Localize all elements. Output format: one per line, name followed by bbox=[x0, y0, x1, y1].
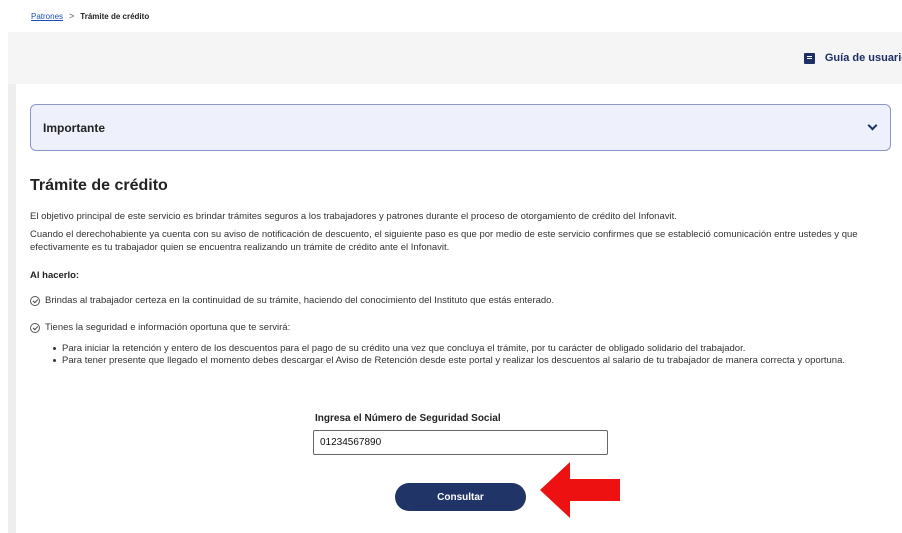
red-arrow-annotation bbox=[540, 462, 620, 518]
book-icon bbox=[803, 52, 815, 64]
breadcrumb-separator: > bbox=[69, 11, 75, 21]
main-card bbox=[16, 84, 902, 533]
check-item-certeza: Brindas al trabajador certeza en la cont… bbox=[30, 295, 554, 306]
bullet-list: Para iniciar la retención y entero de lo… bbox=[53, 343, 877, 367]
accordion-title: Importante bbox=[43, 120, 106, 135]
accordion-importante[interactable]: Importante bbox=[30, 104, 891, 151]
nss-label: Ingresa el Número de Seguridad Social bbox=[315, 413, 501, 424]
user-guide-label: Guía de usuario bbox=[824, 52, 902, 64]
nss-input[interactable] bbox=[313, 430, 608, 455]
list-item: Para tener presente que llegado el momen… bbox=[53, 355, 877, 367]
breadcrumb-current: Trámite de crédito bbox=[80, 11, 150, 21]
check-item-text: Tienes la seguridad e información oportu… bbox=[45, 322, 291, 333]
top-bar bbox=[8, 32, 902, 84]
check-item-seguridad: Tienes la seguridad e información oportu… bbox=[30, 322, 290, 333]
breadcrumb: Patrones > Trámite de crédito bbox=[31, 11, 149, 21]
page-title: Trámite de crédito bbox=[30, 177, 168, 194]
check-circle-icon bbox=[30, 322, 40, 333]
subheading: Al hacerlo: bbox=[30, 270, 80, 281]
breadcrumb-link-patrones[interactable]: Patrones bbox=[31, 12, 63, 21]
check-item-text: Brindas al trabajador certeza en la cont… bbox=[45, 295, 555, 306]
list-item: Para iniciar la retención y entero de lo… bbox=[53, 343, 877, 355]
arrow-shape bbox=[540, 462, 620, 518]
consultar-button[interactable]: Consultar bbox=[395, 483, 526, 511]
chevron-down-icon[interactable] bbox=[867, 120, 878, 131]
description-paragraph: Cuando el derechohabiente ya cuenta con … bbox=[30, 229, 858, 253]
intro-paragraph: El objetivo principal de este servicio e… bbox=[30, 211, 677, 222]
check-circle-icon bbox=[30, 295, 40, 306]
user-guide-link[interactable]: Guía de usuario bbox=[803, 52, 902, 64]
